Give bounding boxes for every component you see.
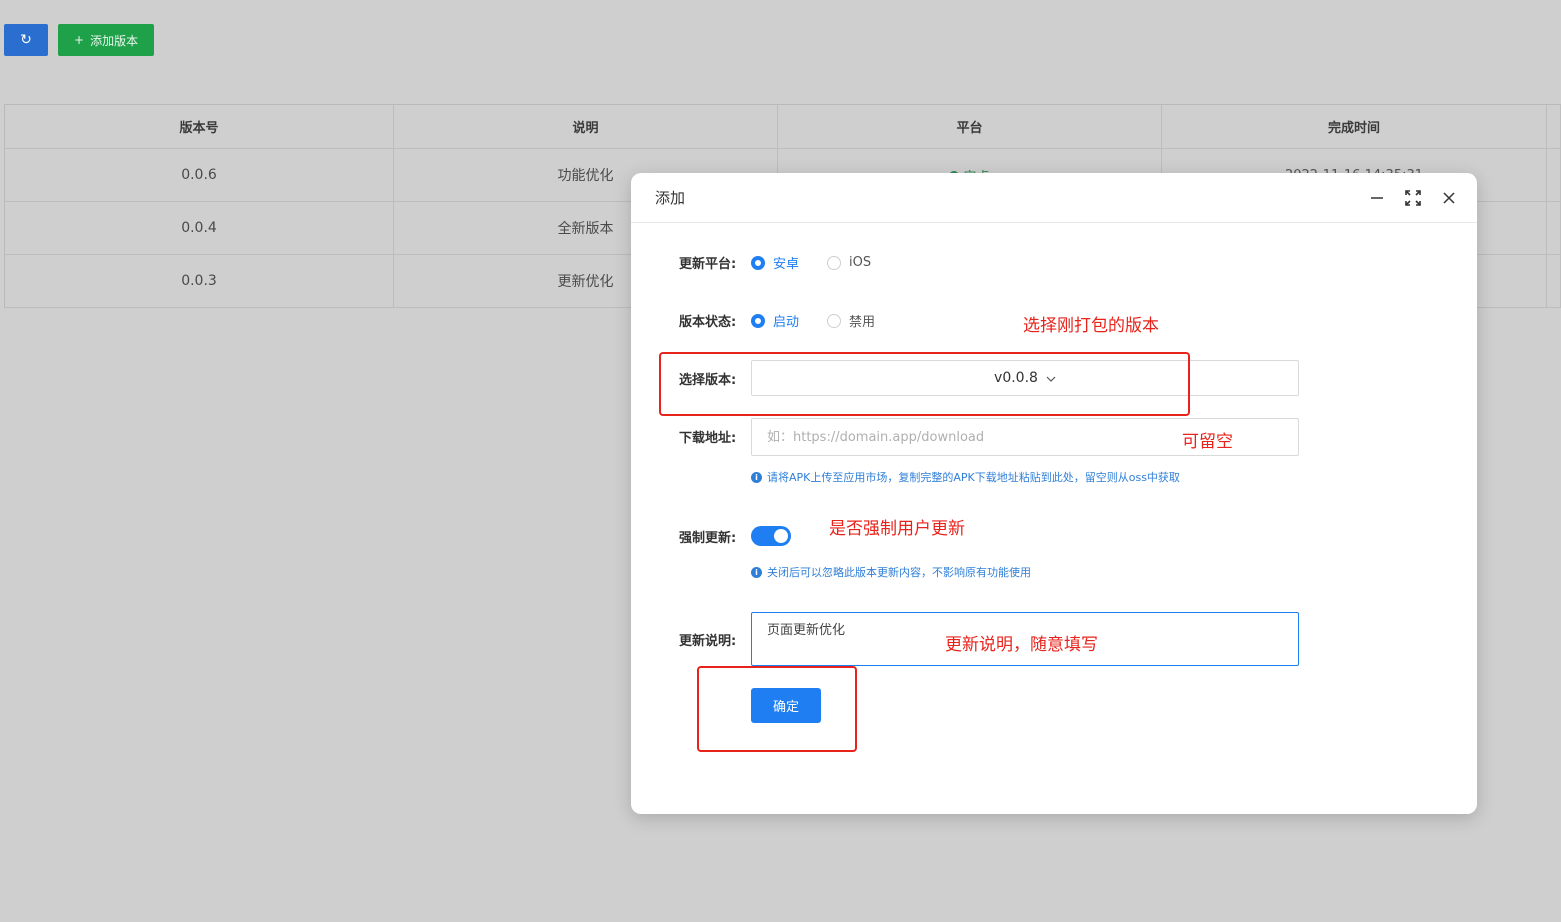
header-version: 版本号 [5, 105, 394, 148]
download-label: 下载地址: [679, 431, 737, 446]
header-desc: 说明 [394, 105, 778, 148]
toolbar: ↻ + 添加版本 [4, 24, 155, 56]
notes-label: 更新说明: [679, 633, 737, 649]
dialog-title: 添加 [655, 189, 686, 207]
force-hint-text: 关闭后可以忽略此版本更新内容，不影响原有功能使用 [767, 566, 1031, 579]
annotation-force: 是否强制用户更新 [829, 519, 965, 539]
info-icon: i [751, 566, 762, 578]
radio-label: 安卓 [773, 257, 800, 272]
fullscreen-icon[interactable] [1405, 189, 1421, 206]
refresh-button[interactable]: ↻ [4, 24, 48, 56]
status-radio-disabled[interactable]: 禁用 [827, 311, 875, 330]
minimize-icon[interactable] [1369, 190, 1385, 206]
cell-version: 0.0.3 [5, 255, 394, 307]
annotation-optional: 可留空 [1182, 432, 1233, 452]
radio-label: 禁用 [849, 315, 876, 330]
dialog-tools [1369, 189, 1457, 206]
dialog-header: 添加 [631, 173, 1477, 223]
header-time: 完成时间 [1162, 105, 1547, 148]
force-hint: i 关闭后可以忽略此版本更新内容，不影响原有功能使用 [751, 564, 1031, 580]
cell-extra [1547, 255, 1561, 307]
add-version-button[interactable]: + 添加版本 [58, 24, 155, 56]
radio-dot [827, 313, 842, 328]
platform-label: 更新平台: [679, 257, 737, 272]
cell-version: 0.0.4 [5, 202, 394, 254]
switch-knob [774, 529, 788, 543]
status-row: 版本状态: 启动 禁用 [679, 311, 903, 330]
platform-row: 更新平台: 安卓 iOS [679, 253, 899, 272]
cell-extra [1547, 149, 1561, 201]
force-update-switch[interactable] [751, 526, 791, 546]
radio-label: 启动 [773, 315, 800, 330]
download-hint: i 请将APK上传至应用市场，复制完整的APK下载地址粘贴到此处，留空则从oss… [751, 469, 1180, 485]
annotation-notes: 更新说明，随意填写 [945, 635, 1098, 655]
cell-extra [1547, 202, 1561, 254]
platform-radio-ios[interactable]: iOS [827, 255, 871, 270]
radio-dot [827, 255, 842, 270]
radio-dot [751, 255, 765, 270]
annotation-box-version [659, 352, 1190, 416]
download-hint-text: 请将APK上传至应用市场，复制完整的APK下载地址粘贴到此处，留空则从oss中获… [767, 471, 1180, 484]
table-header: 版本号 说明 平台 完成时间 [5, 105, 1561, 149]
info-icon: i [751, 471, 762, 483]
status-radio-enabled[interactable]: 启动 [751, 311, 799, 330]
header-extra [1547, 105, 1561, 148]
refresh-icon: ↻ [20, 32, 32, 48]
close-icon[interactable] [1441, 190, 1457, 206]
radio-dot [751, 313, 765, 328]
plus-icon: + [74, 33, 85, 47]
force-row: 强制更新: [679, 526, 791, 546]
platform-radio-android[interactable]: 安卓 [751, 253, 799, 272]
status-label: 版本状态: [679, 315, 737, 330]
header-platform: 平台 [778, 105, 1162, 148]
annotation-box-confirm [697, 666, 857, 752]
force-label: 强制更新: [679, 530, 737, 546]
add-version-label: 添加版本 [90, 33, 139, 48]
annotation-select-version: 选择刚打包的版本 [1023, 316, 1159, 336]
cell-version: 0.0.6 [5, 149, 394, 201]
radio-label: iOS [849, 255, 872, 270]
